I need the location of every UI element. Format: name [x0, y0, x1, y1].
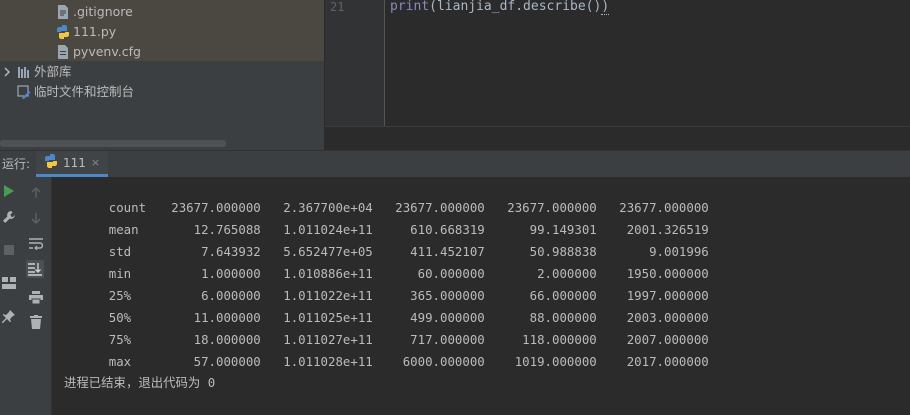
console-output[interactable]: count 23677.000000 2.367700e+04 23677.00000…: [52, 177, 910, 415]
tree-item-label: .gitignore: [73, 4, 133, 19]
tree-item-gitignore[interactable]: .gitignore: [56, 2, 133, 22]
close-icon[interactable]: ×: [91, 156, 100, 169]
tree-item-label: 临时文件和控制台: [34, 84, 135, 99]
rerun-button[interactable]: [0, 182, 18, 200]
scroll-to-end-button[interactable]: [26, 260, 44, 278]
tree-item-label: 外部库: [34, 64, 72, 79]
play-icon: [4, 185, 14, 197]
tab-label: 111: [63, 155, 86, 170]
print-button[interactable]: [27, 288, 45, 306]
table-row: count 23677.000000 2.367700e+04 23677.00000…: [64, 175, 709, 215]
run-toolwindow-header: 运行: 111 ×: [0, 151, 910, 177]
tree-item-label: 111.py: [73, 24, 117, 39]
layout-button[interactable]: [0, 274, 18, 292]
table-row: mean 12.765088 1.011024e+11 610.668319 99.14…: [64, 197, 709, 237]
project-tree: .gitignore 111.py pyvenv.cfg 外部库 临时文件和控制…: [0, 0, 325, 150]
scroll-to-end-icon: [28, 263, 42, 276]
print-icon: [29, 290, 43, 304]
tree-selection-highlight: [0, 0, 325, 61]
table-cell: 1.011028e+11: [283, 354, 373, 369]
code-close-paren: ): [601, 0, 610, 15]
table-cell: 57.000000: [193, 354, 261, 369]
scratches-icon: [17, 85, 31, 99]
layout-icon: [2, 277, 16, 289]
line-number: 21: [330, 0, 345, 14]
tree-item-111-py[interactable]: 111.py: [56, 22, 116, 42]
table-cell: 6000.000000: [402, 354, 485, 369]
table-row: 25% 6.000000 1.011022e+11 365.000000 66.0000…: [64, 263, 709, 303]
run-toolbar-secondary: [19, 177, 52, 415]
editor-status-area: [325, 126, 910, 151]
table-row: min 1.000000 1.010886e+11 60.000000 2.000000…: [64, 241, 709, 281]
tree-item-scratches[interactable]: 临时文件和控制台: [17, 82, 134, 102]
table-row: 50% 11.000000 1.011025e+11 499.000000 88.000…: [64, 285, 709, 325]
tab-run-111[interactable]: 111 ×: [36, 151, 109, 177]
stop-icon: [4, 245, 14, 255]
library-icon: [17, 65, 31, 79]
text-file-icon: [56, 5, 70, 19]
soft-wrap-button[interactable]: [27, 235, 45, 253]
code-text: (lianjia_df.describe(): [429, 0, 602, 14]
table-cell: 1019.000000: [514, 354, 597, 369]
code-line[interactable]: print(lianjia_df.describe()): [390, 0, 610, 15]
row-label: max: [108, 354, 132, 369]
ide-window: .gitignore 111.py pyvenv.cfg 外部库 临时文件和控制…: [0, 0, 910, 415]
code-keyword: print: [390, 0, 430, 14]
tree-item-label: pyvenv.cfg: [73, 44, 141, 59]
tree-item-pyvenv-cfg[interactable]: pyvenv.cfg: [56, 42, 141, 62]
stop-button[interactable]: [0, 241, 18, 259]
pin-icon: [2, 310, 15, 323]
trash-icon: [30, 315, 42, 329]
chevron-right-icon[interactable]: [2, 62, 12, 82]
soft-wrap-icon: [29, 238, 43, 250]
scroll-down-button[interactable]: [27, 209, 45, 227]
table-row: std 7.643932 5.652477e+05 411.452107 50.9888…: [64, 219, 709, 259]
modify-run-config-button[interactable]: [0, 208, 18, 226]
process-exit-message: 进程已结束，退出代码为 0: [64, 375, 216, 390]
arrow-down-icon: [31, 213, 41, 224]
clear-all-button[interactable]: [27, 313, 45, 331]
scroll-up-button[interactable]: [27, 184, 45, 202]
table-row: max 57.000000 1.011028e+11 6000.000000 1019.…: [64, 329, 709, 369]
tree-item-external-libraries[interactable]: 外部库: [0, 62, 200, 82]
pin-tab-button[interactable]: [0, 307, 18, 325]
gutter-separator: [384, 0, 385, 126]
wrench-icon: [3, 211, 15, 223]
horizontal-scrollbar[interactable]: [0, 140, 226, 147]
editor-gutter: [325, 0, 385, 126]
config-file-icon: [56, 45, 70, 59]
table-cell: 2017.000000: [626, 354, 709, 369]
run-title: 运行:: [2, 157, 31, 171]
python-file-icon: [56, 25, 70, 39]
python-file-icon: [44, 153, 58, 172]
table-row: 75% 18.000000 1.011027e+11 717.000000 118.00…: [64, 307, 709, 347]
run-toolbar-primary: [0, 177, 19, 415]
arrow-up-icon: [31, 187, 41, 198]
